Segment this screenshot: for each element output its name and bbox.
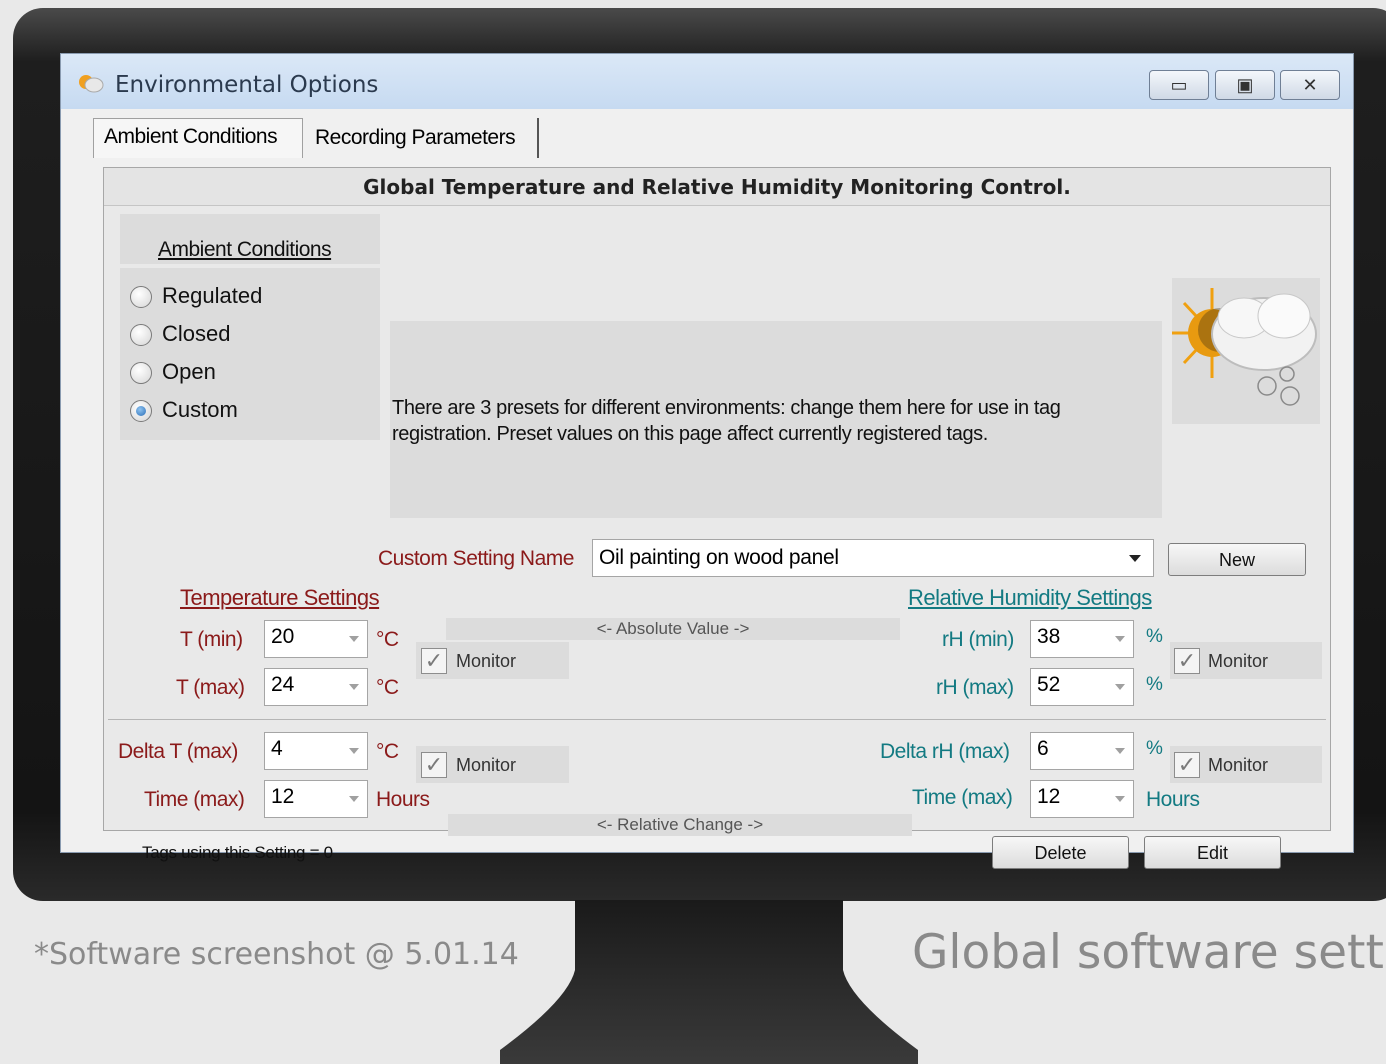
temperature-monitor-checkbox[interactable]: ✓ Monitor: [416, 642, 569, 679]
tab-ambient-conditions[interactable]: Ambient Conditions: [93, 118, 303, 158]
sun-cloud-snow-icon: [1172, 288, 1317, 406]
tmax-label: T (max): [176, 676, 245, 699]
monitor-label: Monitor: [456, 651, 517, 671]
tmax-input[interactable]: 24: [264, 668, 368, 706]
chevron-down-icon[interactable]: [349, 748, 359, 754]
delta-rh-value: 6: [1037, 737, 1049, 760]
check-icon[interactable]: ✓: [421, 752, 447, 778]
time-rh-unit: Hours: [1146, 788, 1200, 811]
ambient-heading-box: Ambient Conditions: [120, 214, 380, 264]
panel-header: Global Temperature and Relative Humidity…: [104, 168, 1330, 206]
delta-rh-input[interactable]: 6: [1030, 732, 1134, 770]
rhmin-value: 38: [1037, 625, 1061, 648]
app-icon: [79, 75, 104, 93]
radio-custom[interactable]: [130, 400, 152, 422]
section-divider: [108, 719, 1326, 720]
radio-closed[interactable]: [130, 324, 152, 346]
tab-label: Recording Parameters: [315, 126, 516, 149]
time-rh-input[interactable]: 12: [1030, 780, 1134, 818]
temperature-settings-heading: Temperature Settings: [180, 585, 380, 610]
radio-label-custom: Custom: [162, 397, 238, 422]
absolute-value-label: <- Absolute Value ->: [446, 618, 900, 640]
rhmax-label: rH (max): [936, 676, 1014, 699]
custom-setting-label: Custom Setting Name: [378, 547, 574, 570]
tmin-value: 20: [271, 625, 295, 648]
tmin-unit: °C: [376, 628, 399, 651]
title-bar[interactable]: Environmental Options ▭ ▣ ✕: [61, 54, 1353, 109]
rhmax-value: 52: [1037, 673, 1061, 696]
rhmin-unit: %: [1146, 626, 1163, 647]
chevron-down-icon: [1129, 555, 1141, 562]
radio-open[interactable]: [130, 362, 152, 384]
time-t-label: Time (max): [144, 788, 245, 811]
radio-regulated[interactable]: [130, 286, 152, 308]
info-text-box: There are 3 presets for different enviro…: [390, 321, 1162, 518]
time-rh-label: Time (max): [912, 786, 1013, 809]
caption-right: Global software settings: [912, 925, 1386, 980]
info-text: There are 3 presets for different enviro…: [392, 397, 1061, 445]
monitor-label: Monitor: [1208, 755, 1269, 775]
chevron-down-icon[interactable]: [349, 796, 359, 802]
chevron-down-icon[interactable]: [1115, 748, 1125, 754]
relative-change-label: <- Relative Change ->: [448, 814, 912, 836]
monitor-label: Monitor: [1208, 651, 1269, 671]
radio-label-closed: Closed: [162, 321, 231, 346]
close-button[interactable]: ✕: [1280, 70, 1340, 100]
maximize-icon: ▣: [1236, 74, 1254, 95]
tab-panel: Global Temperature and Relative Humidity…: [103, 167, 1331, 869]
chevron-down-icon[interactable]: [1115, 796, 1125, 802]
custom-setting-value: Oil painting on wood panel: [599, 546, 839, 569]
maximize-button[interactable]: ▣: [1215, 70, 1275, 100]
tab-label: Ambient Conditions: [104, 125, 278, 148]
tmin-label: T (min): [180, 628, 243, 651]
caption-left: *Software screenshot @ 5.01.14: [34, 937, 519, 972]
tab-recording-parameters[interactable]: Recording Parameters: [305, 118, 539, 158]
delta-t-unit: °C: [376, 740, 399, 763]
rhmax-input[interactable]: 52: [1030, 668, 1134, 706]
time-t-input[interactable]: 12: [264, 780, 368, 818]
chevron-down-icon[interactable]: [1115, 684, 1125, 690]
window-title: Environmental Options: [115, 72, 379, 98]
delta-t-input[interactable]: 4: [264, 732, 368, 770]
check-icon[interactable]: ✓: [1174, 648, 1200, 674]
delete-button[interactable]: Delete: [992, 836, 1129, 869]
rhmin-label: rH (min): [942, 628, 1014, 651]
delta-t-label: Delta T (max): [118, 740, 238, 763]
tags-using-count: Tags using this Setting = 0: [142, 843, 333, 862]
tmin-input[interactable]: 20: [264, 620, 368, 658]
humidity-settings-heading: Relative Humidity Settings: [908, 585, 1152, 610]
custom-setting-select[interactable]: Oil painting on wood panel: [592, 539, 1154, 577]
humidity-change-monitor-checkbox[interactable]: ✓ Monitor: [1170, 746, 1322, 783]
rhmax-unit: %: [1146, 674, 1163, 695]
check-icon[interactable]: ✓: [421, 648, 447, 674]
close-icon: ✕: [1302, 74, 1318, 95]
chevron-down-icon[interactable]: [349, 684, 359, 690]
monitor-label: Monitor: [456, 755, 517, 775]
edit-button[interactable]: Edit: [1144, 836, 1281, 869]
tmax-value: 24: [271, 673, 295, 696]
ambient-conditions-heading: Ambient Conditions: [158, 238, 332, 261]
minimize-icon: ▭: [1170, 74, 1188, 95]
monitor-stand: [500, 900, 918, 1064]
radio-label-open: Open: [162, 359, 216, 384]
minimize-button[interactable]: ▭: [1149, 70, 1209, 100]
weather-icon-box: [1172, 278, 1320, 424]
temperature-change-monitor-checkbox[interactable]: ✓ Monitor: [416, 746, 569, 783]
delta-t-value: 4: [271, 737, 283, 760]
delta-rh-unit: %: [1146, 738, 1163, 759]
delta-rh-label: Delta rH (max): [880, 740, 1010, 763]
radio-label-regulated: Regulated: [162, 283, 263, 308]
time-t-unit: Hours: [376, 788, 430, 811]
ambient-options-group: Regulated Closed Open Custom: [120, 268, 380, 440]
time-t-value: 12: [271, 785, 295, 808]
chevron-down-icon[interactable]: [349, 636, 359, 642]
chevron-down-icon[interactable]: [1115, 636, 1125, 642]
check-icon[interactable]: ✓: [1174, 752, 1200, 778]
tmax-unit: °C: [376, 676, 399, 699]
humidity-monitor-checkbox[interactable]: ✓ Monitor: [1170, 642, 1322, 679]
new-button[interactable]: New: [1168, 543, 1306, 576]
environmental-options-window: Environmental Options ▭ ▣ ✕ Ambient Cond…: [60, 53, 1354, 869]
rhmin-input[interactable]: 38: [1030, 620, 1134, 658]
time-rh-value: 12: [1037, 785, 1061, 808]
